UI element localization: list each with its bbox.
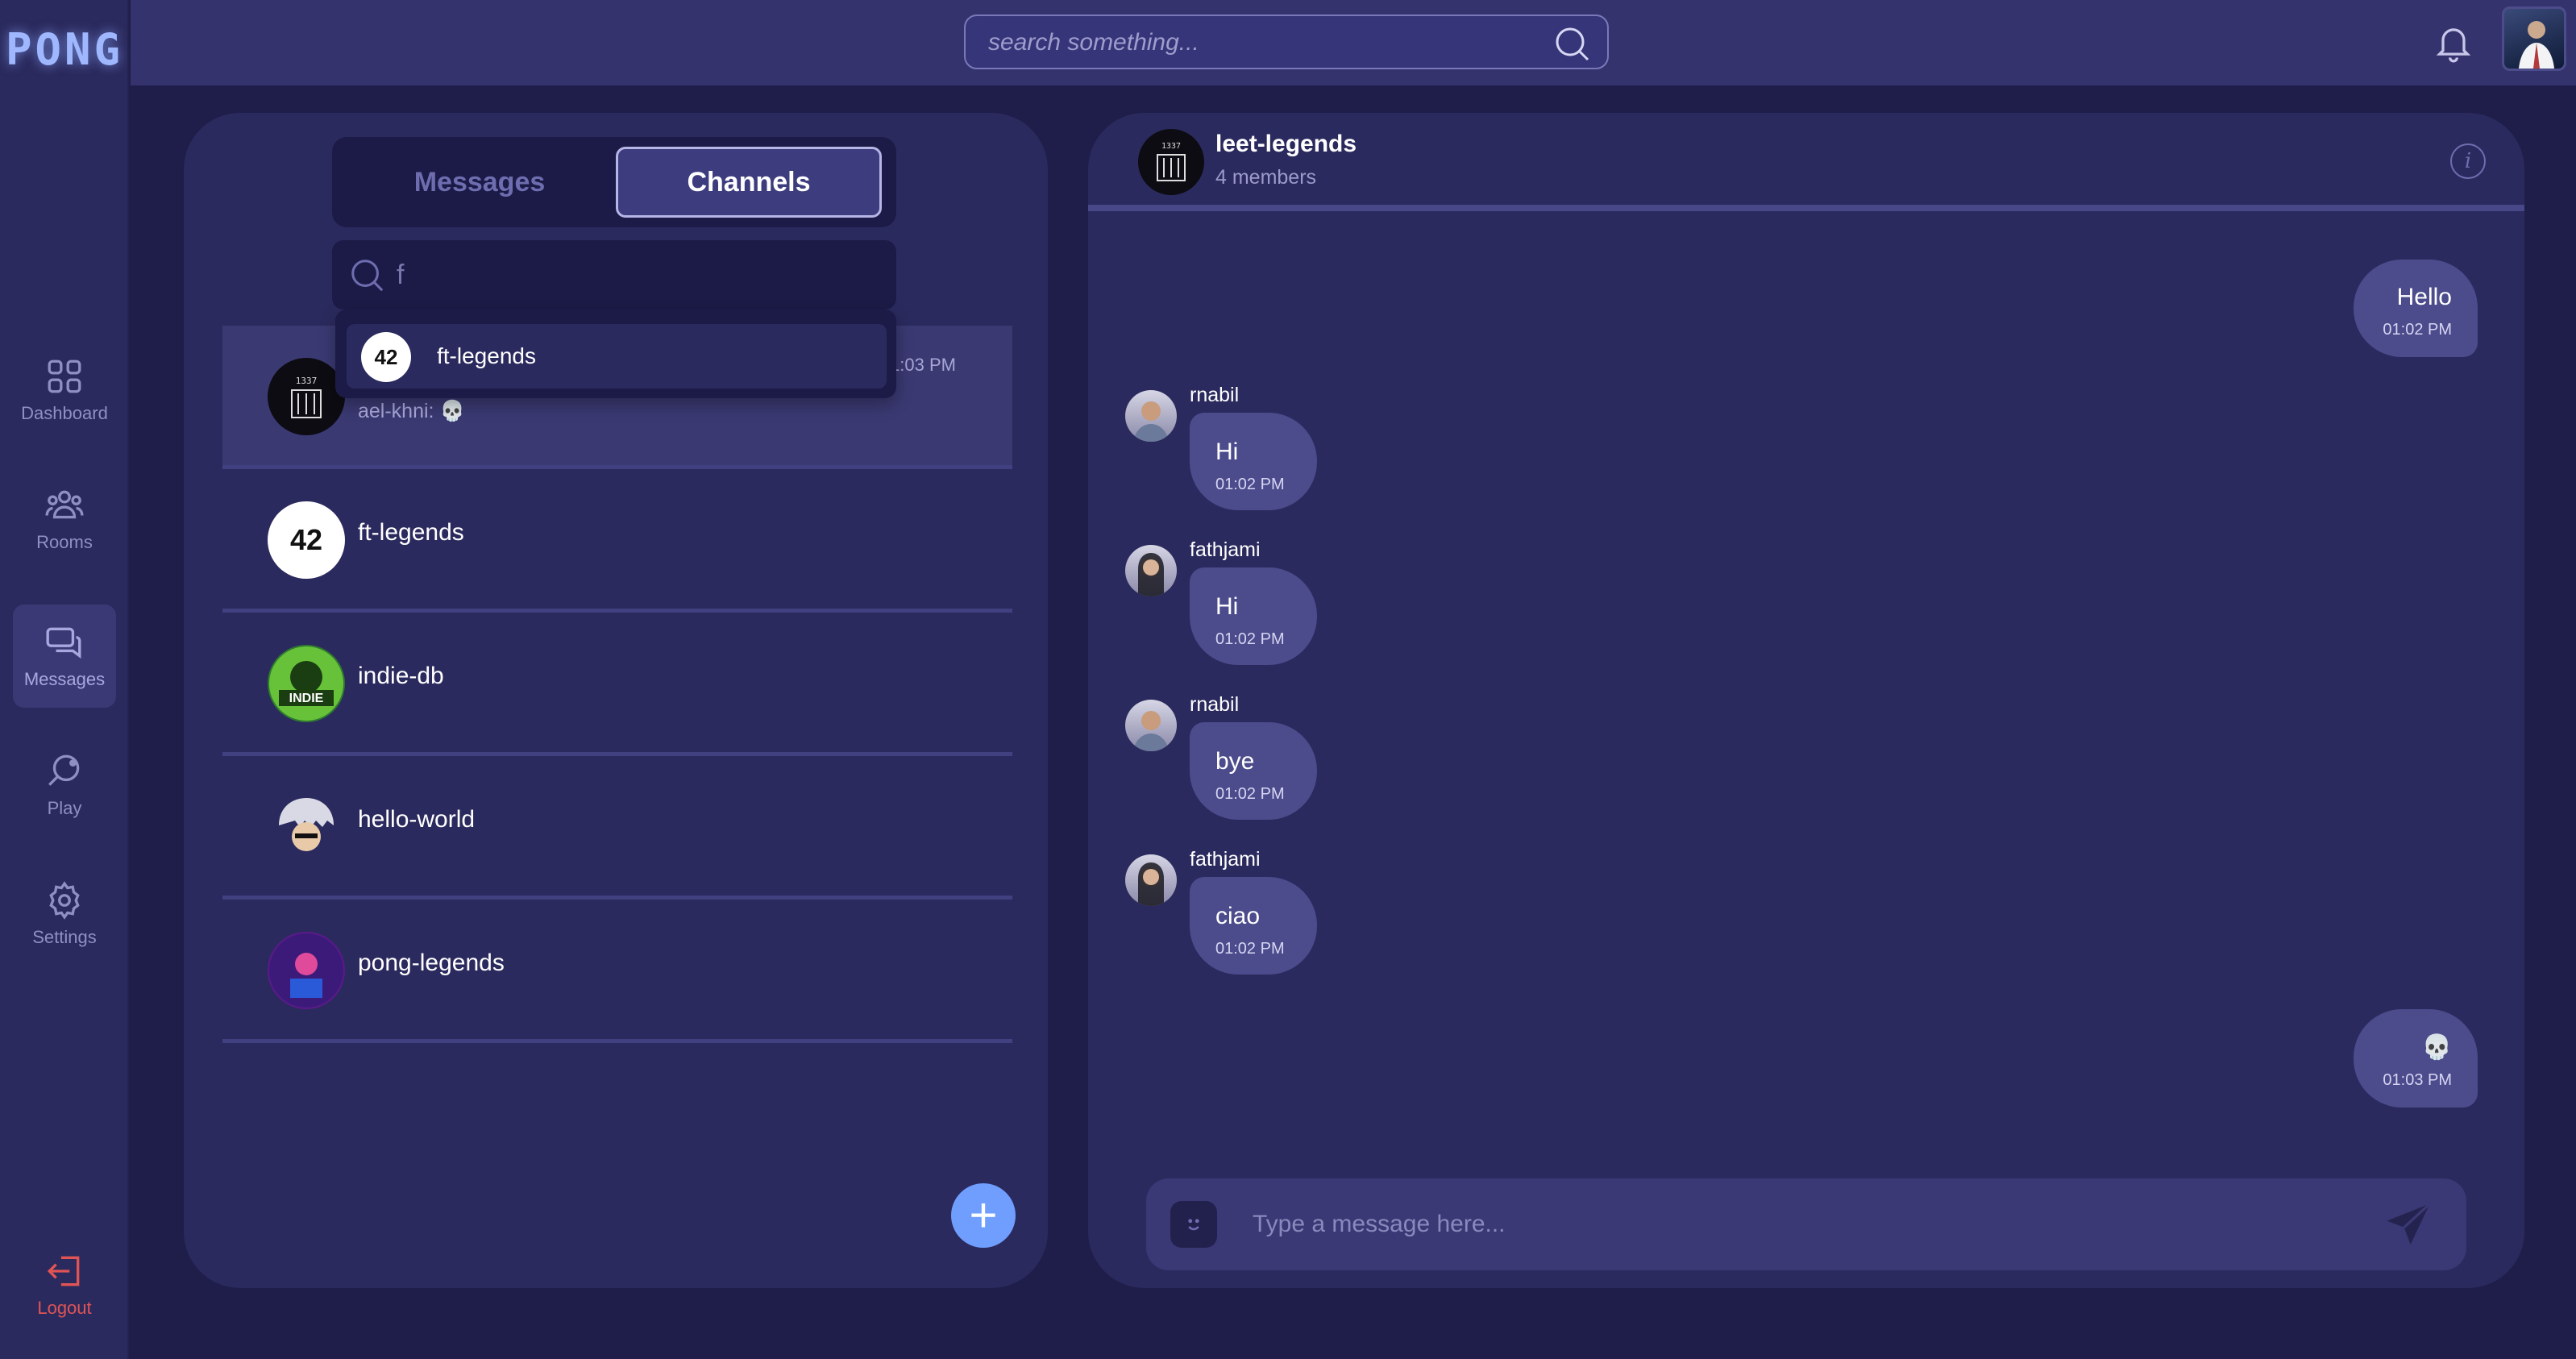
channel-avatar: 42 — [268, 501, 345, 579]
channel-avatar: 1337 — [268, 358, 345, 435]
channel-last-message: ael-khni: 💀 — [358, 400, 465, 422]
nav-item-messages[interactable]: Messages — [13, 605, 116, 708]
search-results-dropdown: 42 ft-legends — [335, 310, 896, 398]
message-time: 01:03 PM — [2383, 1071, 2452, 1089]
channel-avatar — [268, 932, 345, 1009]
global-search[interactable] — [964, 15, 1609, 69]
sender-avatar — [1125, 700, 1177, 751]
sender-avatar — [1125, 545, 1177, 596]
channel-row-hello-world[interactable]: hello-world — [222, 756, 1012, 900]
message-bubble: ciao 01:02 PM — [1190, 877, 1317, 975]
send-icon[interactable] — [2383, 1199, 2434, 1251]
svg-text:1337: 1337 — [1161, 142, 1181, 151]
app-logo[interactable]: PONG — [0, 24, 129, 75]
plus-icon: + — [969, 1188, 998, 1242]
add-channel-button[interactable]: + — [951, 1183, 1016, 1248]
message-composer — [1146, 1178, 2466, 1270]
user-avatar[interactable] — [2502, 6, 2566, 71]
smiley-icon — [1188, 1219, 1199, 1231]
bell-icon[interactable] — [2433, 19, 2474, 64]
nav-label: Play — [47, 798, 82, 818]
svg-text:42: 42 — [290, 523, 322, 556]
sender-name: fathjami — [1190, 848, 1261, 871]
gear-icon — [49, 881, 80, 920]
channel-list: 1337 ael-khni: 💀 01:03 PM 42 ft-legends … — [222, 326, 1012, 1043]
logout-button[interactable]: Logout — [13, 1233, 116, 1336]
tab-messages[interactable]: Messages — [347, 147, 613, 218]
message-outgoing: 💀 01:03 PM — [2354, 1009, 2478, 1108]
message-text: Hello — [2396, 284, 2452, 310]
nav-item-dashboard[interactable]: Dashboard — [13, 339, 116, 442]
message-time: 01:02 PM — [1215, 476, 1285, 493]
channel-search-input[interactable] — [397, 255, 864, 295]
sender-name: rnabil — [1190, 384, 1240, 406]
message-text: Hi — [1215, 593, 1239, 620]
logout-label: Logout — [37, 1298, 92, 1318]
message-time: 01:02 PM — [1215, 630, 1285, 648]
nav-item-settings[interactable]: Settings — [13, 862, 116, 966]
svg-text:1337: 1337 — [296, 376, 318, 386]
nav-label: Dashboard — [21, 403, 108, 423]
message-input[interactable] — [1253, 1203, 2365, 1246]
channel-row-pong-legends[interactable]: pong-legends — [222, 900, 1012, 1043]
chat-icon — [46, 627, 81, 659]
chat-member-count: 4 members — [1215, 166, 1317, 189]
search-result-label: ft-legends — [437, 343, 536, 368]
search-result-item[interactable]: 42 ft-legends — [347, 324, 887, 389]
sender-name: rnabil — [1190, 693, 1240, 716]
channel-panel: Messages Channels 1337 ael-khni: 💀 01:03… — [184, 113, 1048, 1288]
nav-item-play[interactable]: Play — [13, 734, 116, 837]
message-text: 💀 — [2421, 1034, 2452, 1061]
channel-name: indie-db — [358, 663, 444, 689]
emoji-button[interactable] — [1170, 1201, 1217, 1248]
chat-channel-avatar[interactable]: 1337 — [1138, 129, 1204, 195]
message-bubble: Hi 01:02 PM — [1190, 413, 1317, 510]
channel-avatar — [268, 788, 345, 866]
nav-item-rooms[interactable]: Rooms — [13, 468, 116, 571]
play-icon — [48, 754, 80, 786]
channel-row-indie-db[interactable]: INDIE indie-db — [222, 613, 1012, 756]
global-search-input[interactable] — [988, 24, 1536, 61]
channel-avatar: 42 — [361, 332, 411, 382]
nav-label: Rooms — [36, 532, 93, 552]
sender-avatar — [1125, 390, 1177, 442]
channel-name: pong-legends — [358, 950, 505, 976]
chat-panel: 1337 leet-legends 4 members i Hello 01:0… — [1088, 113, 2524, 1288]
message-text: ciao — [1215, 903, 1261, 929]
tab-bar: Messages Channels — [332, 137, 896, 227]
channel-avatar: INDIE — [268, 645, 345, 722]
message-time: 01:02 PM — [2383, 321, 2452, 339]
channel-row-ft-legends[interactable]: 42 ft-legends — [222, 469, 1012, 613]
sender-name: fathjami — [1190, 538, 1261, 561]
nav-label: Settings — [32, 927, 97, 947]
message-bubble: Hi 01:02 PM — [1190, 567, 1317, 665]
sender-avatar — [1125, 854, 1177, 906]
message-time: 01:02 PM — [1215, 940, 1285, 958]
channel-search[interactable] — [332, 240, 896, 310]
grid-icon — [48, 359, 81, 393]
message-outgoing: Hello 01:02 PM — [2354, 260, 2478, 357]
channel-name: ft-legends — [358, 519, 464, 546]
users-icon — [45, 490, 84, 519]
info-icon[interactable]: i — [2450, 143, 2486, 179]
tab-channels[interactable]: Channels — [616, 147, 882, 218]
svg-text:INDIE: INDIE — [289, 692, 324, 705]
message-bubble: bye 01:02 PM — [1190, 722, 1317, 820]
channel-name: hello-world — [358, 806, 476, 833]
search-icon[interactable] — [1552, 24, 1591, 63]
user-avatar-image — [2519, 21, 2554, 69]
chat-title: leet-legends — [1215, 131, 1357, 157]
message-time: 01:02 PM — [1215, 785, 1285, 803]
chat-header: 1337 leet-legends 4 members i — [1088, 113, 2524, 211]
search-icon — [351, 260, 384, 292]
message-text: Hi — [1215, 438, 1239, 465]
nav-label: Messages — [23, 669, 106, 689]
message-text: bye — [1215, 748, 1255, 775]
logout-icon — [47, 1256, 80, 1286]
sidebar: PONG Dashboard Rooms Messages Play Setti… — [0, 0, 129, 1359]
